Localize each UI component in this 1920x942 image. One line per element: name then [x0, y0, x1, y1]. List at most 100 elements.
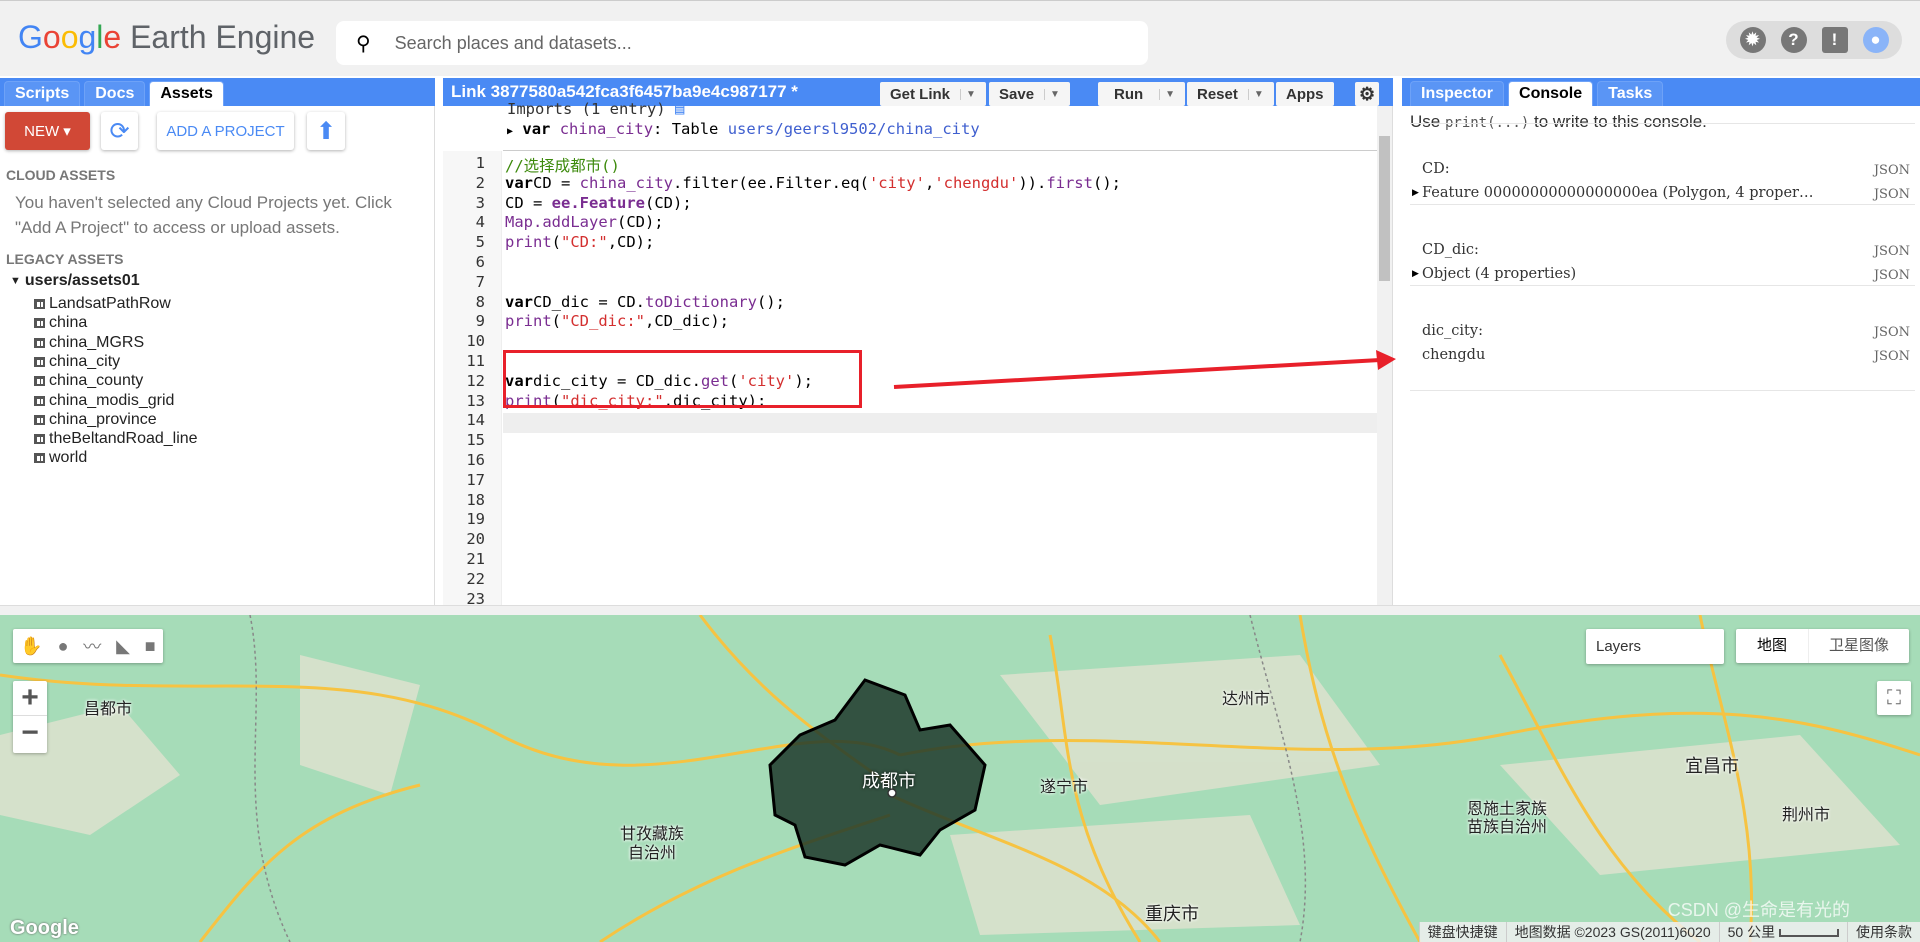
code-line[interactable]: 9 print("CD_dic:",CD_dic);	[443, 312, 1378, 332]
asset-label: LandsatPathRow	[49, 295, 171, 312]
rectangle-icon[interactable]: ■	[145, 636, 156, 657]
upload-button[interactable]: ⬆	[307, 112, 345, 150]
tab-scripts[interactable]: Scripts	[4, 81, 81, 106]
line-number: 6	[475, 253, 485, 271]
asset-item[interactable]: china_MGRS	[34, 334, 144, 352]
json-button[interactable]: JSON	[1874, 163, 1910, 178]
dropdown-icon[interactable]: ▼	[1247, 88, 1264, 100]
search-input[interactable]	[394, 32, 1095, 54]
code-line[interactable]: 22	[443, 570, 1378, 590]
tab-inspector[interactable]: Inspector	[1410, 81, 1505, 106]
table-icon	[34, 299, 45, 309]
tab-docs[interactable]: Docs	[84, 81, 146, 106]
point-marker-icon[interactable]: ●	[58, 636, 69, 657]
code-token: (CD);	[645, 193, 692, 212]
dropdown-icon[interactable]: ▼	[1159, 88, 1175, 100]
imports-header[interactable]: Imports (1 entry)	[507, 100, 666, 118]
search-box[interactable]: ⚲	[336, 21, 1148, 65]
help-icon[interactable]: ?	[1780, 27, 1807, 53]
assets-panel: NEW ▾ ⟳ ADD A PROJECT ⬆ CLOUD ASSETS You…	[0, 106, 435, 606]
code-line[interactable]: 2 varCD = china_city.filter(ee.Filter.eq(…	[443, 174, 1378, 194]
zoom-out-button[interactable]: −	[13, 715, 47, 750]
asset-item[interactable]: china_county	[34, 372, 143, 390]
new-button[interactable]: NEW ▾	[5, 112, 90, 150]
code-line[interactable]: 20	[443, 530, 1378, 550]
dropdown-icon[interactable]: ▼	[1044, 88, 1060, 100]
code-line[interactable]: 1 //选择成都市()	[443, 154, 1378, 175]
asset-item[interactable]: LandsatPathRow	[34, 295, 171, 313]
map-label: 达州市	[1222, 691, 1271, 708]
code-line[interactable]: 3 CD = ee.Feature(CD);	[443, 194, 1378, 214]
console-value[interactable]: Feature 00000000000000000ea (Polygon, 4 …	[1422, 185, 1920, 201]
code-line[interactable]: 14	[443, 411, 1378, 431]
code-line[interactable]: 7	[443, 273, 1378, 293]
import-name[interactable]: china_city	[560, 120, 653, 138]
code-line[interactable]: 21	[443, 550, 1378, 570]
code-text: print("CD_dic:",CD_dic);	[493, 312, 729, 332]
console-separator	[1410, 123, 1915, 124]
code-line[interactable]: 16	[443, 451, 1378, 471]
line-icon[interactable]: 〰	[83, 633, 101, 659]
panel-resizer[interactable]	[0, 605, 1920, 615]
table-icon	[34, 356, 45, 367]
asset-item[interactable]: theBeltandRoad_line	[34, 430, 198, 448]
fullscreen-button[interactable]: ⛶	[1877, 681, 1911, 715]
code-line[interactable]: 6	[443, 253, 1378, 273]
drawing-tools: ✋ ● 〰 ◣ ■	[13, 629, 163, 663]
scale-bar[interactable]: 50 公里	[1718, 922, 1847, 942]
hand-icon[interactable]: ✋	[20, 636, 42, 657]
keyboard-shortcuts-link[interactable]: 键盘快捷键	[1418, 922, 1506, 942]
asset-item[interactable]: china_province	[34, 411, 157, 429]
polygon-icon[interactable]: ◣	[116, 636, 130, 657]
asset-item[interactable]: china_modis_grid	[34, 392, 174, 410]
code-line[interactable]: 5 print("CD:",CD);	[443, 233, 1378, 253]
json-button[interactable]: JSON	[1874, 268, 1910, 283]
refresh-icon: ⟳	[109, 117, 130, 145]
asset-label: theBeltandRoad_line	[49, 430, 198, 448]
code-text: print("CD:",CD);	[493, 233, 654, 253]
asset-item[interactable]: china	[34, 314, 87, 332]
map-attribution: 键盘快捷键 地图数据 ©2023 GS(2011)6020 50 公里 使用条款	[1418, 922, 1920, 942]
map-type-button[interactable]: 地图	[1736, 629, 1808, 663]
terms-link[interactable]: 使用条款	[1847, 922, 1920, 942]
tab-console[interactable]: Console	[1508, 81, 1594, 106]
asset-item[interactable]: world	[34, 449, 87, 467]
layers-button[interactable]: Layers	[1586, 629, 1724, 664]
map[interactable]: 昌都市 达州市 成都市 遂宁市 甘孜藏族 自治州 恩施土家族 苗族自治州 宜昌市…	[0, 615, 1920, 942]
add-project-button[interactable]: ADD A PROJECT	[157, 112, 294, 150]
console-value[interactable]: Object (4 properties)	[1422, 266, 1920, 282]
caret-right-icon[interactable]: ▶	[1412, 187, 1419, 198]
tab-tasks[interactable]: Tasks	[1597, 81, 1664, 106]
asset-root[interactable]: ▼ users/assets01	[10, 272, 140, 290]
code-line[interactable]: 8 varCD_dic = CD.toDictionary();	[443, 293, 1378, 313]
line-number: 15	[466, 431, 485, 450]
caret-right-icon[interactable]: ▶	[507, 126, 513, 137]
json-button[interactable]: JSON	[1874, 325, 1910, 340]
annotation-arrow	[893, 350, 1396, 389]
json-button[interactable]: JSON	[1874, 349, 1910, 364]
dropdown-icon[interactable]: ▼	[960, 88, 976, 100]
code-line[interactable]: 15	[443, 431, 1378, 451]
tab-assets[interactable]: Assets	[149, 81, 224, 106]
script-title: Link 3877580a542fca3f6457ba9e4c987177 *	[451, 82, 798, 101]
asset-item[interactable]: china_city	[34, 353, 120, 371]
code-line[interactable]: 19	[443, 510, 1378, 530]
code-token: ();	[756, 292, 785, 311]
code-line[interactable]: 17	[443, 471, 1378, 491]
json-button[interactable]: JSON	[1874, 244, 1910, 259]
json-button[interactable]: JSON	[1874, 187, 1910, 202]
map-type-toggle: 地图 卫星图像	[1736, 629, 1909, 663]
code-line[interactable]: 4 Map.addLayer(CD);	[443, 213, 1378, 233]
account-icon[interactable]: ●	[1862, 27, 1889, 53]
zoom-in-button[interactable]: +	[13, 681, 47, 715]
code-line[interactable]: 18	[443, 491, 1378, 511]
caret-right-icon[interactable]: ▶	[1412, 268, 1419, 279]
logo[interactable]: Google Earth Engine	[18, 19, 315, 56]
refresh-button[interactable]: ⟳	[101, 112, 138, 150]
satellite-button[interactable]: 卫星图像	[1808, 629, 1909, 663]
brightness-icon[interactable]: ✹	[1739, 27, 1766, 53]
feedback-icon[interactable]: !	[1821, 27, 1848, 53]
